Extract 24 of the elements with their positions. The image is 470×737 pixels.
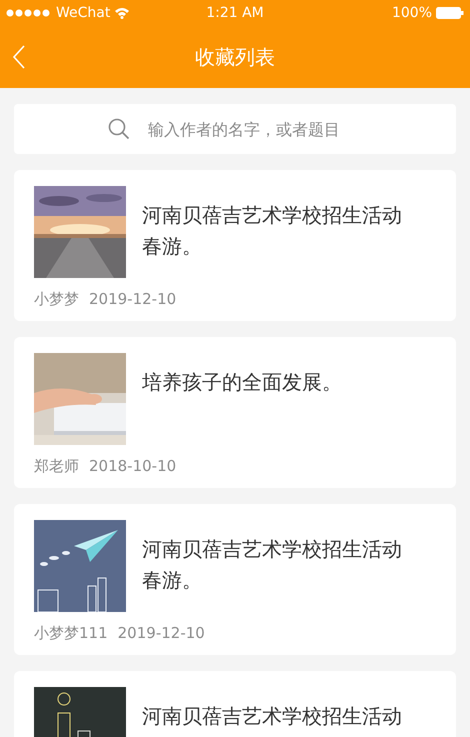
- page-title: 收藏列表: [195, 44, 275, 70]
- carrier-name: WeChat: [56, 5, 110, 21]
- article-card[interactable]: 河南贝蓓吉艺术学校招生活动春游。 小梦梦 2019-12-10: [14, 170, 456, 321]
- signal-icon: [6, 9, 52, 17]
- article-card[interactable]: 河南贝蓓吉艺术学校招生活动: [14, 671, 456, 737]
- author-name: 郑老师: [34, 457, 79, 476]
- article-card[interactable]: 培养孩子的全面发展。 郑老师 2018-10-10: [14, 337, 456, 488]
- article-title: 河南贝蓓吉艺术学校招生活动春游。: [142, 202, 403, 260]
- article-title: 河南贝蓓吉艺术学校招生活动春游。: [142, 536, 403, 594]
- battery-level: 100%: [392, 5, 432, 21]
- status-time: 1:21 AM: [206, 5, 264, 21]
- author-name: 小梦梦111: [34, 624, 108, 643]
- article-date: 2019-12-10: [89, 290, 176, 309]
- article-date: 2018-10-10: [89, 457, 176, 476]
- article-card[interactable]: 河南贝蓓吉艺术学校招生活动春游。 小梦梦111 2019-12-10: [14, 504, 456, 655]
- back-icon: [12, 44, 26, 70]
- search-icon: [108, 118, 130, 140]
- article-date: 2019-12-10: [118, 624, 205, 643]
- wifi-icon: [114, 7, 130, 19]
- article-title: 河南贝蓓吉艺术学校招生活动: [142, 703, 403, 730]
- search-field[interactable]: 输入作者的名字，或者题目: [14, 104, 456, 154]
- battery-icon: [436, 7, 464, 19]
- author-name: 小梦梦: [34, 290, 79, 309]
- article-title: 培养孩子的全面发展。: [142, 369, 343, 396]
